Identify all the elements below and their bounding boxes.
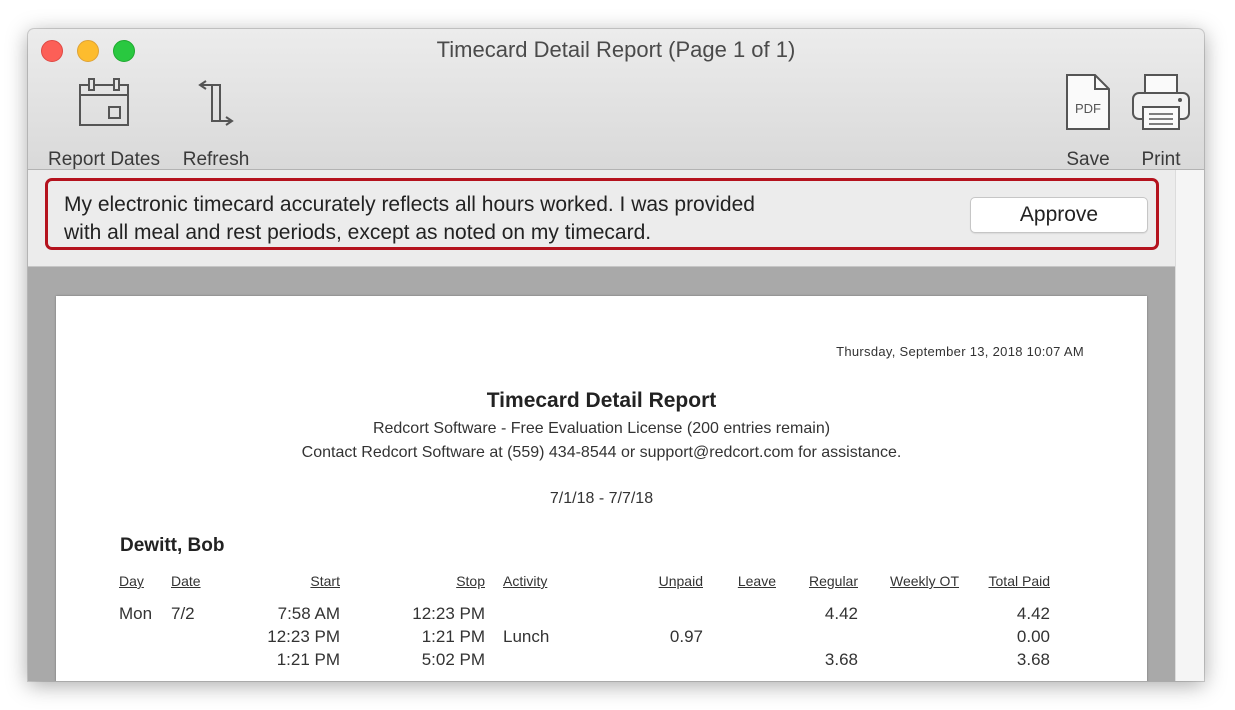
window-title: Timecard Detail Report (Page 1 of 1) [436, 37, 796, 62]
table-row-cell-date: 7/2 [171, 604, 195, 623]
vertical-scrollbar[interactable] [1175, 170, 1204, 681]
report-timestamp: Thursday, September 13, 2018 10:07 AM [836, 344, 1084, 359]
table-row-cell-start: 1:21 PM [276, 650, 340, 669]
table-row-cell-activity: Lunch [503, 627, 550, 646]
approval-statement: My electronic timecard accurately reflec… [64, 191, 755, 247]
calendar-icon [79, 78, 129, 126]
refresh-button[interactable]: Refresh [176, 71, 256, 170]
report-title: Timecard Detail Report [486, 389, 717, 412]
col-header-start: Start [310, 573, 340, 589]
table-row-cell-day: Mon [119, 604, 153, 623]
approval-highlight: My electronic timecard accurately reflec… [45, 178, 1159, 250]
printer-icon [1132, 74, 1190, 130]
approve-button[interactable]: Approve [970, 197, 1148, 233]
col-header-day: Day [119, 573, 144, 589]
col-header-total-paid: Total Paid [988, 573, 1050, 589]
print-button[interactable]: Print [1129, 71, 1193, 170]
report-dates-button[interactable]: Report Dates [41, 71, 167, 170]
col-header-regular: Regular [808, 573, 858, 589]
pdf-file-icon: PDF [1066, 74, 1110, 130]
table-row-cell-stop: 12:23 PM [412, 604, 485, 623]
employee-name: Dewitt, Bob [120, 535, 225, 556]
table-row-cell-regular: 3.68 [824, 650, 858, 669]
col-header-activity: Activity [503, 573, 548, 589]
table-row-cell-stop: 1:21 PM [421, 627, 485, 646]
report-page: Thursday, September 13, 2018 10:07 AM Ti… [56, 296, 1147, 681]
report-dates-label: Report Dates [48, 149, 160, 170]
col-header-unpaid: Unpaid [658, 573, 703, 589]
table-row-cell-start: 7:58 AM [277, 604, 340, 623]
titlebar-toolbar: Timecard Detail Report (Page 1 of 1) Rep… [28, 29, 1204, 170]
table-row-cell-total-paid: 4.42 [1016, 604, 1050, 623]
table-row-cell-total-paid: 0.00 [1016, 627, 1050, 646]
print-label: Print [1141, 149, 1181, 170]
col-header-leave: Leave [737, 573, 776, 589]
table-row-cell-stop: 5:02 PM [421, 650, 485, 669]
report-date-range: 7/1/18 - 7/7/18 [549, 490, 654, 507]
col-header-weekly-ot: Weekly OT [890, 573, 959, 589]
report-window: Timecard Detail Report (Page 1 of 1) Rep… [28, 29, 1204, 681]
col-header-stop: Stop [456, 573, 485, 589]
refresh-label: Refresh [182, 149, 250, 170]
save-label: Save [1066, 149, 1110, 170]
table-row-cell-unpaid: 0.97 [669, 627, 703, 646]
report-subtitle-license: Redcort Software - Free Evaluation Licen… [372, 420, 831, 437]
approval-statement-line-2: with all meal and rest periods, except a… [64, 221, 652, 244]
table-row-cell-start: 12:23 PM [267, 627, 340, 646]
col-header-date: Date [171, 573, 201, 589]
refresh-icon [198, 80, 234, 126]
save-button[interactable]: PDF Save [1060, 71, 1116, 170]
table-row-cell-total-paid: 3.68 [1016, 650, 1050, 669]
table-row-cell-regular: 4.42 [824, 604, 858, 623]
report-subtitle-contact: Contact Redcort Software at (559) 434-85… [301, 444, 902, 461]
svg-text:PDF: PDF [1075, 101, 1101, 116]
approval-bar: My electronic timecard accurately reflec… [28, 170, 1175, 267]
approval-statement-line-1: My electronic timecard accurately reflec… [64, 193, 755, 216]
